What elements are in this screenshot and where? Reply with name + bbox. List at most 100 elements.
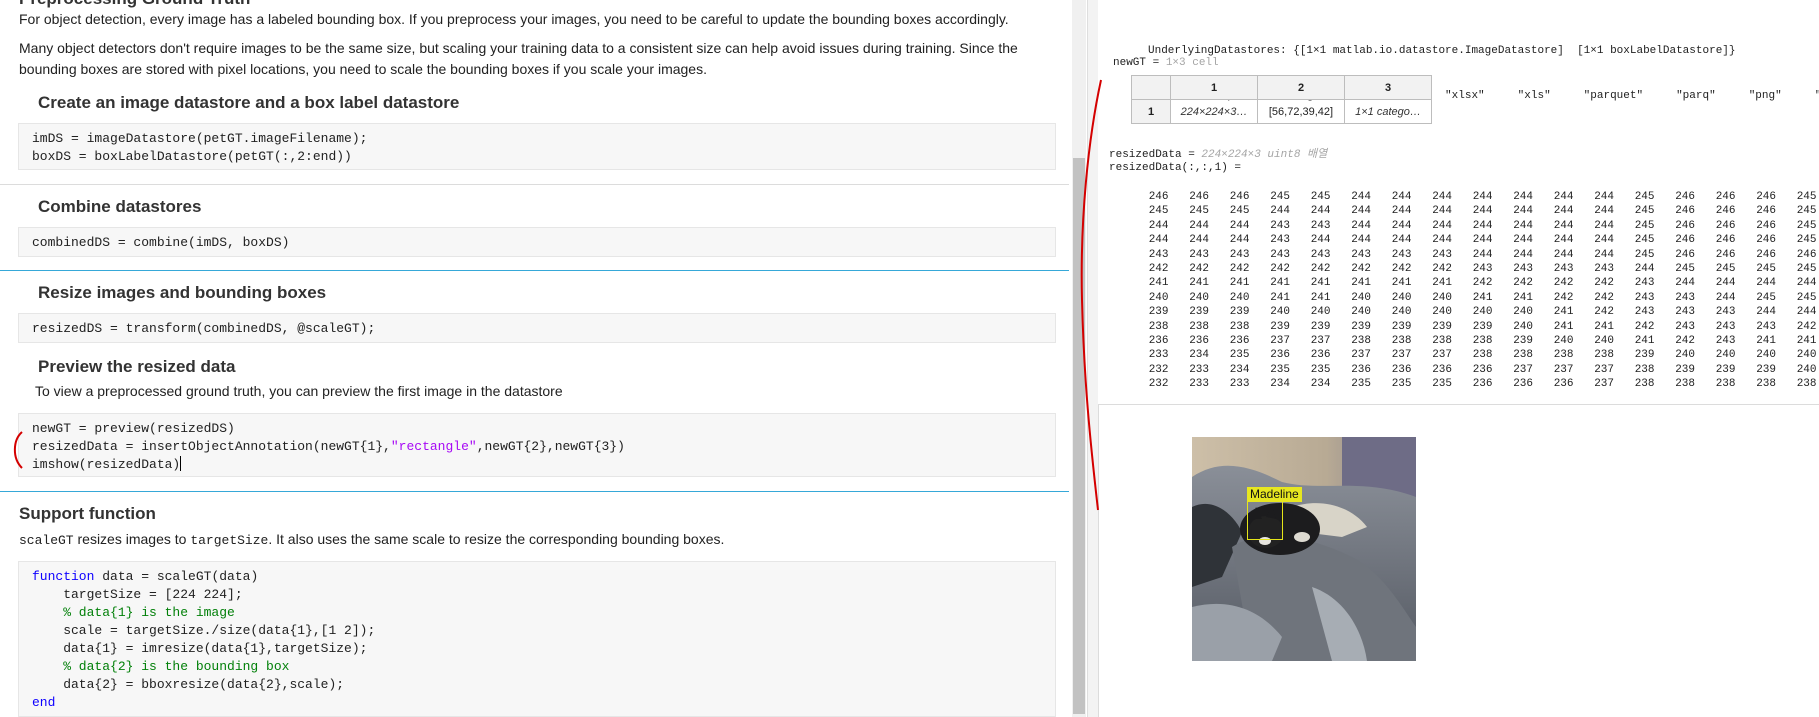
code-block-preview[interactable]: newGT = preview(resizedDS) resizedData =… bbox=[18, 413, 1056, 477]
matrix-cell: 243 bbox=[1148, 248, 1169, 261]
matrix-cell: 246 bbox=[1756, 219, 1776, 232]
matrix-cell: 243 bbox=[1634, 277, 1655, 290]
cell-array-table[interactable]: 1 2 3 1 224×224×3… [56,72,39,42] 1×1 cat… bbox=[1131, 75, 1432, 124]
code-block-support-function[interactable]: function data = scaleGT(data) targetSize… bbox=[18, 561, 1056, 717]
matrix-cell: 245 bbox=[1634, 191, 1655, 203]
matrix-cell: 239 bbox=[1756, 363, 1776, 376]
matrix-cell: 232 bbox=[1148, 378, 1169, 391]
matrix-cell: 245 bbox=[1796, 291, 1817, 304]
matrix-cell: 236 bbox=[1391, 363, 1412, 376]
matrix-cell: 236 bbox=[1493, 391, 1534, 392]
matrix-cell: 240 bbox=[1351, 306, 1371, 319]
matrix-cell: 235 bbox=[1351, 378, 1371, 391]
code-line[interactable]: newGT = preview(resizedDS) bbox=[32, 420, 235, 438]
scrollbar-thumb[interactable] bbox=[1073, 158, 1085, 714]
code-line[interactable]: boxDS = boxLabelDatastore(petGT(:,2:end)… bbox=[32, 148, 352, 166]
matrix-cell: 244 bbox=[1472, 234, 1493, 247]
code-block-resize[interactable]: resizedDS = transform(combinedDS, @scale… bbox=[18, 313, 1056, 343]
matrix-cell: 235 bbox=[1371, 391, 1412, 392]
table-cell[interactable]: 224×224×3… bbox=[1170, 99, 1258, 124]
matrix-cell: 244 bbox=[1391, 205, 1412, 218]
matrix-cell: 244 bbox=[1189, 234, 1209, 247]
code-line[interactable]: resizedData = insertObjectAnnotation(new… bbox=[32, 438, 625, 456]
matrix-cell: 241 bbox=[1472, 291, 1493, 304]
code-line[interactable]: data{2} = bboxresize(data{2},scale); bbox=[32, 676, 344, 694]
matrix-cell: 245 bbox=[1634, 205, 1655, 218]
code-line[interactable]: imDS = imageDatastore(petGT.imageFilenam… bbox=[32, 130, 367, 148]
matrix-cell: 245 bbox=[1796, 191, 1817, 203]
matrix-cell: 243 bbox=[1675, 291, 1695, 304]
vertical-scrollbar[interactable] bbox=[1072, 0, 1086, 717]
column-header[interactable]: 2 bbox=[1257, 75, 1345, 100]
matrix-cell: 240 bbox=[1189, 291, 1209, 304]
code-line[interactable]: targetSize = [224 224]; bbox=[32, 586, 242, 604]
matrix-cell: 241 bbox=[1553, 320, 1574, 333]
matrix-cell: 234 bbox=[1270, 378, 1290, 391]
code-block-combine[interactable]: combinedDS = combine(imDS, boxDS) bbox=[18, 227, 1056, 257]
matrix-cell: 235 bbox=[1331, 391, 1372, 392]
matrix-cell: 245 bbox=[1189, 205, 1209, 218]
table-cell[interactable]: [56,72,39,42] bbox=[1257, 99, 1345, 124]
matrix-cell: 239 bbox=[1310, 320, 1331, 333]
code-comment[interactable]: % data{2} is the bounding box bbox=[32, 658, 289, 676]
matrix-cell: 243 bbox=[1472, 262, 1493, 275]
matrix-cell: 233 bbox=[1189, 363, 1209, 376]
code-line[interactable]: data{1} = imresize(data{1},targetSize); bbox=[32, 640, 367, 658]
matrix-cell: 245 bbox=[1148, 205, 1169, 218]
code-line[interactable]: scale = targetSize./size(data{1},[1 2]); bbox=[32, 622, 375, 640]
row-header[interactable]: 1 bbox=[1131, 99, 1171, 124]
matrix-cell: 244 bbox=[1148, 234, 1169, 247]
matrix-cell: 242 bbox=[1553, 291, 1574, 304]
annotation-label: Madeline bbox=[1247, 487, 1302, 502]
code-line[interactable]: combinedDS = combine(imDS, boxDS) bbox=[32, 234, 289, 252]
matrix-cell: 242 bbox=[1148, 262, 1169, 275]
matrix-cell: 237 bbox=[1391, 349, 1412, 362]
column-header[interactable]: 3 bbox=[1344, 75, 1432, 100]
matrix-cell: 242 bbox=[1472, 277, 1493, 290]
matrix-cell: 237 bbox=[1270, 334, 1290, 347]
code-comment[interactable]: % data{1} is the image bbox=[32, 604, 235, 622]
matrix-cell: 245 bbox=[1715, 262, 1736, 275]
matrix-cell: 244 bbox=[1189, 219, 1209, 232]
matrix-row: 239 239 239 240 240 240 240 240 240 240 241 242 243 2… bbox=[1128, 305, 1819, 319]
matrix-cell: 246 bbox=[1756, 248, 1776, 261]
matrix-cell: 246 bbox=[1715, 234, 1736, 247]
matrix-cell: 244 bbox=[1796, 306, 1817, 319]
keyword[interactable]: end bbox=[32, 694, 55, 712]
matrix-cell: 237 bbox=[1310, 334, 1331, 347]
matrix-cell: 246 bbox=[1756, 234, 1776, 247]
matrix-cell: 238 bbox=[1715, 378, 1736, 391]
matrix-cell: 244 bbox=[1594, 219, 1614, 232]
code-line[interactable]: imshow(resizedData) bbox=[32, 456, 182, 474]
table-cell[interactable]: 1×1 catego… bbox=[1344, 99, 1432, 124]
matrix-cell: 243 bbox=[1756, 320, 1776, 333]
matrix-cell: 246 bbox=[1715, 205, 1736, 218]
matrix-cell: 244 bbox=[1229, 219, 1250, 232]
matrix-cell: 238 bbox=[1391, 334, 1412, 347]
matrix-cell: 246 bbox=[1675, 205, 1695, 218]
matrix-cell: 237 bbox=[1432, 349, 1452, 362]
matrix-cell: 245 bbox=[1756, 291, 1776, 304]
column-header[interactable]: 1 bbox=[1170, 75, 1258, 100]
section-separator bbox=[0, 184, 1069, 185]
code-line[interactable]: resizedDS = transform(combinedDS, @scale… bbox=[32, 320, 375, 338]
figure-output[interactable]: Madeline bbox=[1098, 404, 1819, 717]
section-separator bbox=[0, 270, 1069, 271]
matrix-cell: 230 bbox=[1128, 391, 1169, 392]
matrix-cell: 235 bbox=[1229, 349, 1250, 362]
matrix-cell: 242 bbox=[1351, 262, 1371, 275]
matrix-row: 233 234 235 236 236 237 237 237 238 238 238 238 239 2… bbox=[1128, 348, 1819, 362]
matrix-cell: 246 bbox=[1148, 191, 1169, 203]
code-line[interactable]: function data = scaleGT(data) bbox=[32, 568, 258, 586]
matrix-cell: 242 bbox=[1310, 262, 1331, 275]
section-heading-support: Support function bbox=[19, 504, 156, 523]
pane-divider[interactable] bbox=[1087, 0, 1098, 717]
matrix-row: 238 238 238 239 239 239 239 239 239 240 241 241 242 2… bbox=[1128, 320, 1819, 334]
matrix-cell: 239 bbox=[1634, 349, 1655, 362]
matrix-cell: 245 bbox=[1796, 262, 1817, 275]
matrix-cell: 245 bbox=[1756, 262, 1776, 275]
matrix-cell: 240 bbox=[1715, 349, 1736, 362]
matrix-cell: 236 bbox=[1351, 363, 1371, 376]
matrix-cell: 238 bbox=[1736, 391, 1777, 392]
code-block-create-datastore[interactable]: imDS = imageDatastore(petGT.imageFilenam… bbox=[18, 123, 1056, 170]
